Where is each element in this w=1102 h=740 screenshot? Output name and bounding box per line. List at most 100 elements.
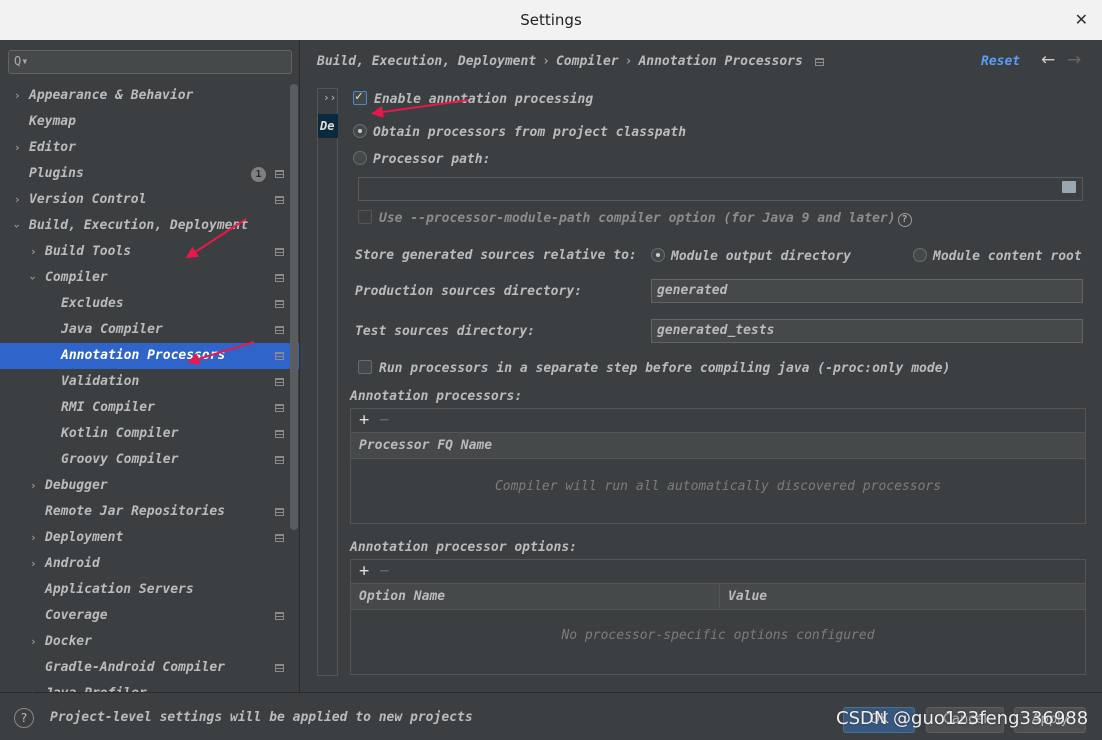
module-content-radio[interactable]	[913, 248, 927, 262]
footer-note: Project-level settings will be applied t…	[50, 710, 473, 725]
tree-item-editor[interactable]: › Editor	[0, 135, 299, 161]
tree-item-gradle-android-compiler[interactable]: Gradle-Android Compiler	[0, 655, 299, 681]
module-item-selected[interactable]: De	[318, 114, 338, 138]
tree-item-label: Gradle-Android Compiler	[45, 660, 226, 675]
tree-item-label: Groovy Compiler	[61, 452, 179, 467]
processors-table: + − Processor FQ Name Compiler will run a…	[350, 408, 1086, 524]
options-toolbar: + −	[351, 560, 1085, 584]
tree-item-label: Build, Execution, Deployment	[29, 218, 249, 233]
window-title: Settings	[520, 11, 582, 29]
tree-item-application-servers[interactable]: Application Servers	[0, 577, 299, 603]
tree-item-version-control[interactable]: › Version Control	[0, 187, 299, 213]
folder-icon[interactable]	[1062, 181, 1076, 193]
tree-item-android[interactable]: › Android	[0, 551, 299, 577]
sidebar-scrollbar[interactable]	[290, 84, 298, 530]
tree-item-label: Android	[45, 556, 100, 571]
tree-item-label: Build Tools	[45, 244, 132, 259]
settings-content: Build, Execution, Deployment › Compiler › An…	[301, 40, 1102, 692]
forward-arrow-icon[interactable]: →	[1067, 50, 1081, 70]
chevron-right-icon: ›	[30, 245, 37, 258]
search-input[interactable]: Q▾	[8, 50, 292, 74]
project-level-icon	[275, 352, 284, 360]
breadcrumb-item: Compiler	[555, 54, 619, 69]
chevron-right-icon: ›	[30, 681, 37, 692]
add-icon[interactable]: +	[359, 410, 369, 430]
module-path-checkbox[interactable]	[358, 210, 372, 224]
tree-item-label: Java Compiler	[61, 322, 163, 337]
test-sources-input[interactable]: generated_tests	[651, 319, 1083, 343]
tree-item-label: Coverage	[45, 608, 108, 623]
tree-item-keymap[interactable]: Keymap	[0, 109, 299, 135]
chevron-down-icon: ›	[10, 222, 24, 230]
obtain-processors-row: Obtain processors from project classpath	[353, 124, 686, 140]
tree-item-label: Remote Jar Repositories	[45, 504, 226, 519]
processor-path-radio[interactable]	[353, 151, 367, 165]
processors-empty-text: Compiler will run all automatically disc…	[494, 479, 942, 494]
project-level-icon	[275, 170, 284, 178]
store-option-output: Module output directory	[651, 248, 851, 264]
processor-path-row: Processor path:	[353, 151, 490, 167]
obtain-classpath-radio[interactable]	[353, 124, 367, 138]
module-path-label: Use --processor-module-path compiler opt…	[379, 211, 896, 226]
tree-item-plugins[interactable]: Plugins 1	[0, 161, 299, 187]
project-level-icon	[275, 196, 284, 204]
search-icon: Q▾	[14, 54, 29, 68]
processors-toolbar: + −	[351, 409, 1085, 433]
module-content-label: Module content root	[933, 249, 1082, 264]
tree-item-groovy-compiler[interactable]: Groovy Compiler	[0, 447, 299, 473]
help-icon[interactable]: ?	[14, 708, 34, 728]
breadcrumb-separator: ›	[624, 54, 633, 69]
tree-item-build-execution-deployment[interactable]: › Build, Execution, Deployment	[0, 213, 299, 239]
tree-item-java-compiler[interactable]: Java Compiler	[0, 317, 299, 343]
project-level-icon	[275, 664, 284, 672]
tree-item-validation[interactable]: Validation	[0, 369, 299, 395]
project-level-icon	[275, 430, 284, 438]
tree-item-compiler[interactable]: › Compiler	[0, 265, 299, 291]
tree-item-label: Kotlin Compiler	[61, 426, 179, 441]
options-table: + − Option Name Value No processor-specif…	[350, 559, 1086, 675]
help-icon[interactable]: ?	[897, 213, 912, 227]
add-icon[interactable]: +	[359, 561, 369, 581]
tree-item-annotation-processors[interactable]: Annotation Processors	[0, 343, 299, 369]
project-level-icon	[275, 300, 284, 308]
store-option-content: Module content root	[913, 248, 1082, 264]
remove-icon[interactable]: −	[379, 410, 389, 430]
processor-name-column[interactable]: Processor FQ Name	[351, 433, 1085, 459]
options-header: Option Name Value	[351, 584, 1085, 610]
close-icon[interactable]: ✕	[1075, 0, 1088, 40]
back-arrow-icon[interactable]: ←	[1041, 50, 1055, 70]
enable-annotation-checkbox[interactable]	[353, 89, 367, 105]
breadcrumb-item: Build, Execution, Deployment	[317, 54, 537, 69]
tree-item-docker[interactable]: › Docker	[0, 629, 299, 655]
module-list: ›› De	[317, 88, 338, 676]
option-name-column[interactable]: Option Name	[359, 589, 445, 604]
processor-path-field[interactable]	[358, 177, 1083, 201]
module-output-radio[interactable]	[651, 248, 665, 262]
separate-step-row: Run processors in a separate step before…	[358, 360, 950, 376]
tree-item-kotlin-compiler[interactable]: Kotlin Compiler	[0, 421, 299, 447]
tree-item-appearance[interactable]: › Appearance & Behavior	[0, 83, 299, 109]
chevron-right-icon: ›	[14, 193, 21, 206]
tree-item-label: Appearance & Behavior	[29, 88, 194, 103]
tree-item-coverage[interactable]: Coverage	[0, 603, 299, 629]
production-sources-input[interactable]: generated	[651, 279, 1083, 303]
separate-step-checkbox[interactable]	[358, 360, 372, 374]
tree-item-build-tools[interactable]: › Build Tools	[0, 239, 299, 265]
remove-icon[interactable]: −	[379, 561, 389, 581]
tree-item-excludes[interactable]: Excludes	[0, 291, 299, 317]
tree-item-remote-jar-repositories[interactable]: Remote Jar Repositories	[0, 499, 299, 525]
chevron-right-icon: ›	[14, 89, 21, 102]
tree-item-deployment[interactable]: › Deployment	[0, 525, 299, 551]
tree-item-rmi-compiler[interactable]: RMI Compiler	[0, 395, 299, 421]
expand-icon[interactable]: ››	[323, 91, 336, 104]
separate-step-label: Run processors in a separate step before…	[379, 361, 951, 376]
value-column[interactable]: Value	[719, 584, 767, 610]
tree-item-debugger[interactable]: › Debugger	[0, 473, 299, 499]
store-generated-label: Store generated sources relative to:	[355, 248, 637, 263]
tree-item-label: Debugger	[45, 478, 108, 493]
reset-link[interactable]: Reset	[981, 54, 1020, 69]
enable-annotation-label: Enable annotation processing	[374, 92, 594, 107]
breadcrumb-separator: ›	[542, 54, 550, 69]
tree-item-java-profiler[interactable]: › Java Profiler	[0, 681, 299, 692]
tree-item-label: Deployment	[45, 530, 124, 545]
